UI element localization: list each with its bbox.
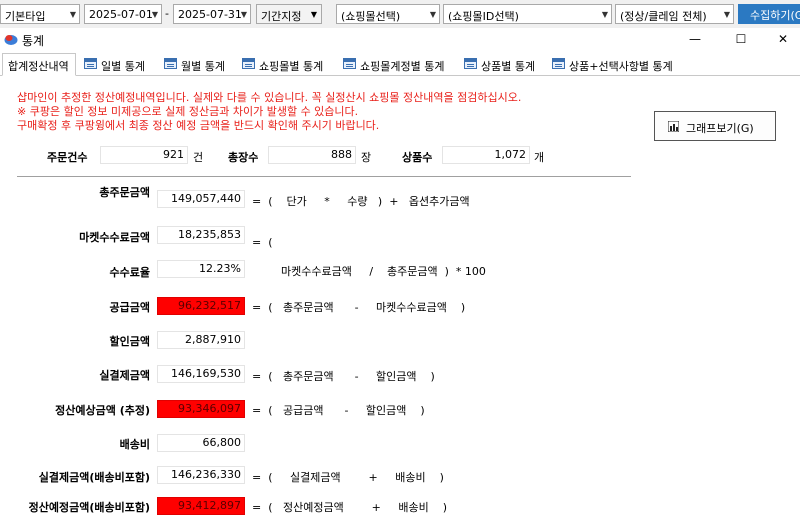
discount-amount-label: 할인금액 [109, 335, 150, 348]
status-select[interactable]: (정상/클레임 전체) ▼ [615, 4, 734, 24]
tab-product-stats[interactable]: 상품별 통계 [460, 55, 544, 75]
tab-mall-stats[interactable]: 쇼핑몰별 통계 [238, 55, 334, 75]
fee-rate-label: 수수료율 [109, 266, 150, 279]
chevron-down-icon: ▼ [723, 10, 730, 19]
table-icon [164, 58, 177, 69]
market-fee-field[interactable]: 18,235,853 [157, 226, 245, 244]
product-count-label: 상품수 [402, 151, 433, 164]
tab-summary-settlement[interactable]: 합계정산내역 [2, 53, 76, 76]
supply-amount-field[interactable]: 96,232,517 [157, 297, 245, 315]
table-icon [552, 58, 565, 69]
tab-mall-account-stats[interactable]: 쇼핑몰계정별 통계 [339, 55, 455, 75]
tab-product-option-stats[interactable]: 상품+선택사항별 통계 [548, 55, 684, 75]
order-count-label: 주문건수 [47, 151, 88, 164]
graph-view-button[interactable]: 그래프보기(G) [654, 111, 776, 141]
expected-settlement-label: 정산예상금액 (추정) [55, 404, 150, 417]
minimize-button[interactable]: — [672, 28, 718, 50]
mall-id-select[interactable]: (쇼핑몰ID선택) ▼ [443, 4, 612, 24]
maximize-button[interactable]: ☐ [718, 28, 764, 50]
total-order-formula: = ( 단가 * 수량 ) + 옵션추가금액 [252, 195, 470, 208]
date-to-picker[interactable]: 2025-07-31 ▼ [173, 4, 251, 24]
shipping-fee-label: 배송비 [119, 438, 150, 451]
window-title: 통계 [22, 34, 45, 48]
maximize-icon: ☐ [735, 32, 747, 46]
quantity-unit: 장 [361, 151, 372, 164]
total-order-amount-field[interactable]: 149,057,440 [157, 190, 245, 208]
shipping-fee-field[interactable]: 66,800 [157, 434, 245, 452]
table-icon [84, 58, 97, 69]
quantity-label: 총장수 [228, 151, 259, 164]
minimize-icon: — [689, 32, 701, 46]
mall-select[interactable]: (쇼핑몰선택) ▼ [336, 4, 440, 24]
fee-rate-field[interactable]: 12.23% [157, 260, 245, 278]
expected-settlement-formula: = ( 공급금액 - 할인금액 ) [252, 404, 425, 417]
expected-settlement-with-shipping-label: 정산예정금액(배송비포함) [28, 501, 150, 514]
tab-daily-stats[interactable]: 일별 통계 [80, 55, 154, 75]
real-payment-formula: = ( 총주문금액 - 할인금액 ) [252, 370, 435, 383]
date-separator: - [165, 7, 169, 20]
divider [17, 176, 631, 177]
tab-monthly-stats[interactable]: 월별 통계 [160, 55, 234, 75]
real-payment-with-shipping-label: 실결제금액(배송비포함) [38, 471, 150, 484]
chevron-down-icon: ▼ [429, 10, 436, 19]
type-select[interactable]: 기본타입 ▼ [0, 4, 80, 24]
quantity-field[interactable]: 888 [268, 146, 356, 164]
total-order-amount-label: 총주문금액 [99, 186, 150, 199]
window-titlebar: 통계 — ☐ ✕ [0, 28, 800, 50]
chevron-down-icon: ▼ [240, 10, 247, 19]
close-button[interactable]: ✕ [760, 28, 800, 50]
fee-rate-formula: 마켓수수료금액 / 총주문금액 ) * 100 [281, 265, 486, 278]
market-fee-formula: = ( [252, 236, 273, 249]
collect-button[interactable]: 수집하기(G [738, 4, 800, 24]
period-button[interactable]: 기간지정 ▼ [256, 4, 322, 24]
tab-strip: 합계정산내역 일별 통계 월별 통계 쇼핑몰별 통계 쇼핑몰계정별 통계 상품별… [0, 53, 800, 76]
product-count-unit: 개 [534, 151, 545, 164]
real-payment-field[interactable]: 146,169,530 [157, 365, 245, 383]
order-count-unit: 건 [193, 151, 204, 164]
real-payment-with-shipping-field[interactable]: 146,236,330 [157, 466, 245, 484]
expected-settlement-with-shipping-formula: = ( 정산예정금액 + 배송비 ) [252, 501, 448, 514]
caret-down-icon: ▼ [310, 10, 317, 19]
table-icon [343, 58, 356, 69]
expected-settlement-field[interactable]: 93,346,097 [157, 400, 245, 418]
expected-settlement-with-shipping-field[interactable]: 93,412,897 [157, 497, 245, 515]
discount-amount-field[interactable]: 2,887,910 [157, 331, 245, 349]
chevron-down-icon: ▼ [151, 10, 158, 19]
bar-chart-icon [668, 121, 679, 132]
supply-formula: = ( 총주문금액 - 마켓수수료금액 ) [252, 301, 466, 314]
market-fee-label: 마켓수수료금액 [79, 231, 150, 244]
product-count-field[interactable]: 1,072 [442, 146, 530, 164]
filter-toolbar: 기본타입 ▼ 2025-07-01 ▼ - 2025-07-31 ▼ 기간지정 … [0, 0, 800, 29]
close-icon: ✕ [777, 32, 789, 46]
chevron-down-icon: ▼ [69, 10, 76, 19]
chevron-down-icon: ▼ [601, 10, 608, 19]
table-icon [464, 58, 477, 69]
supply-amount-label: 공급금액 [109, 301, 150, 314]
order-count-field[interactable]: 921 [100, 146, 188, 164]
date-from-picker[interactable]: 2025-07-01 ▼ [84, 4, 162, 24]
real-payment-with-shipping-formula: = ( 실결제금액 + 배송비 ) [252, 471, 444, 484]
table-icon [242, 58, 255, 69]
notice-line: 구매확정 후 쿠팡윙에서 최종 정산 예정 금액을 반드시 확인해 주시기 바랍… [17, 119, 380, 132]
real-payment-label: 실결제금액 [99, 369, 150, 382]
app-logo-icon [4, 35, 18, 45]
